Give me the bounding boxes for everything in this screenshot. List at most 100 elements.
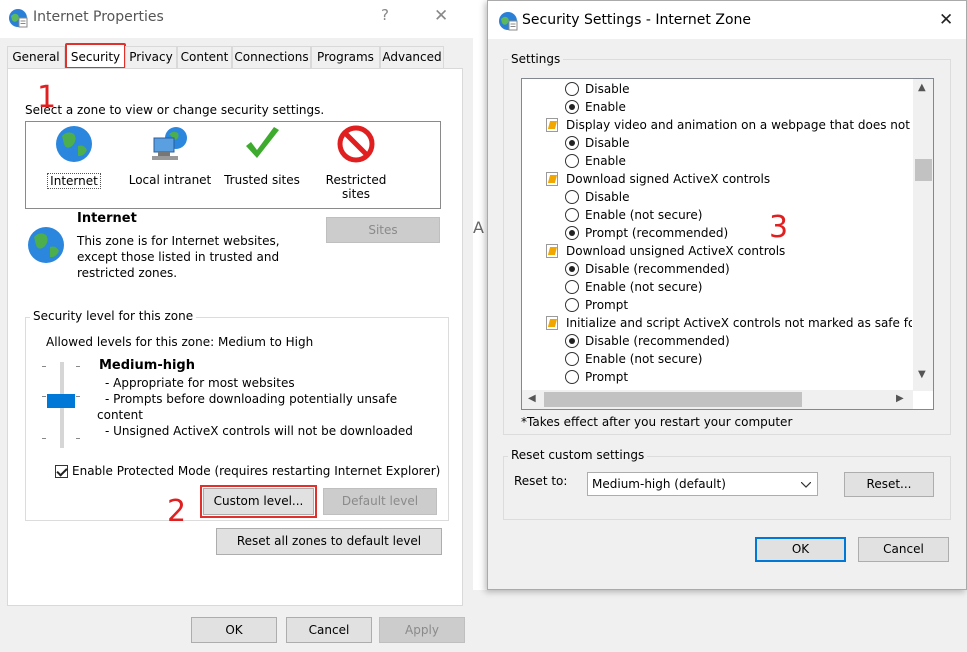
radio-label: Enable xyxy=(585,100,626,114)
background-window-fragment xyxy=(473,590,967,652)
slider-tick xyxy=(42,396,46,397)
help-button[interactable]: ? xyxy=(381,6,389,24)
ok-button[interactable]: OK xyxy=(755,537,846,562)
reset-to-value: Medium-high (default) xyxy=(592,477,726,491)
tab-privacy[interactable]: Privacy xyxy=(125,46,177,68)
globe-icon xyxy=(56,126,92,162)
vertical-scrollbar[interactable]: ▲ ▼ xyxy=(913,79,933,391)
zone-label: Internet xyxy=(47,173,101,189)
description-line: restricted zones. xyxy=(77,266,178,280)
radio-label: Disable (recommended) xyxy=(585,262,730,276)
radio-label: Disable xyxy=(585,190,630,204)
radio-button[interactable] xyxy=(565,226,579,240)
scroll-thumb[interactable] xyxy=(544,392,802,407)
description-line: This zone is for Internet websites, xyxy=(77,234,280,248)
setting-radio-option[interactable]: Disable xyxy=(522,80,912,98)
slider-tick xyxy=(42,438,46,439)
scroll-up-icon[interactable]: ▲ xyxy=(918,82,926,93)
zone-info-description: This zone is for Internet websites, exce… xyxy=(77,233,280,281)
ok-button[interactable]: OK xyxy=(191,617,277,643)
settings-list: Disable Enable Display video and animation… xyxy=(521,78,934,410)
zone-label: Trusted sites xyxy=(224,173,300,187)
cancel-button[interactable]: Cancel xyxy=(286,617,372,643)
apply-button[interactable]: Apply xyxy=(379,617,465,643)
close-icon[interactable]: ✕ xyxy=(434,6,448,26)
radio-button[interactable] xyxy=(565,208,579,222)
security-tab-page: Select a zone to view or change security… xyxy=(7,68,463,606)
reset-to-dropdown[interactable]: Medium-high (default) xyxy=(587,472,818,496)
setting-radio-option[interactable]: Disable xyxy=(522,134,912,152)
tab-advanced[interactable]: Advanced xyxy=(380,46,444,68)
slider-tick xyxy=(42,366,46,367)
scroll-down-icon[interactable]: ▼ xyxy=(918,369,926,380)
radio-button[interactable] xyxy=(565,262,579,276)
internet-properties-window: Internet Properties ? ✕ General Security… xyxy=(0,0,473,652)
zone-internet[interactable]: Internet xyxy=(26,124,122,189)
protected-mode-checkbox[interactable] xyxy=(55,465,68,478)
background-text-ar: A xyxy=(473,218,484,237)
tab-content[interactable]: Content xyxy=(177,46,232,68)
horizontal-scrollbar[interactable]: ◀ ▶ xyxy=(522,390,913,409)
slider-tick xyxy=(76,366,80,367)
zone-list: Internet Local intranet Trusted sites Re… xyxy=(25,121,441,209)
radio-button[interactable] xyxy=(565,298,579,312)
radio-button[interactable] xyxy=(565,136,579,150)
setting-radio-option[interactable]: Enable xyxy=(522,98,912,116)
scroll-right-icon[interactable]: ▶ xyxy=(896,393,904,404)
zone-local-intranet[interactable]: Local intranet xyxy=(122,124,218,187)
group-legend: Settings xyxy=(508,52,564,66)
reset-to-label: Reset to: xyxy=(514,474,568,488)
window-title: Internet Properties xyxy=(33,9,164,25)
radio-button[interactable] xyxy=(565,280,579,294)
radio-label: Disable xyxy=(585,82,630,96)
scroll-left-icon[interactable]: ◀ xyxy=(528,393,536,404)
tab-connections[interactable]: Connections xyxy=(232,46,311,68)
setting-heading: Display video and animation on a webpage… xyxy=(522,116,912,134)
reset-button[interactable]: Reset... xyxy=(844,472,934,497)
setting-radio-option[interactable]: Enable (not secure) xyxy=(522,206,912,224)
custom-level-button[interactable]: Custom level... xyxy=(200,485,317,518)
radio-button[interactable] xyxy=(565,100,579,114)
window-title: Security Settings - Internet Zone xyxy=(522,12,751,28)
zone-restricted-sites[interactable]: Restricted sites xyxy=(308,124,404,201)
setting-radio-option[interactable]: Enable xyxy=(522,152,912,170)
setting-shield-icon xyxy=(546,244,558,258)
setting-radio-option[interactable]: Prompt xyxy=(522,368,912,386)
radio-label: Prompt xyxy=(585,298,629,312)
setting-radio-option[interactable]: Enable (not secure) xyxy=(522,278,912,296)
security-level-slider[interactable] xyxy=(42,360,82,450)
setting-heading-label: Display video and animation on a webpage… xyxy=(566,118,912,132)
group-legend: Reset custom settings xyxy=(508,448,648,462)
setting-radio-option[interactable]: Disable xyxy=(522,188,912,206)
tab-security[interactable]: Security xyxy=(65,43,126,69)
radio-button[interactable] xyxy=(565,82,579,96)
level-point: - Unsigned ActiveX controls will not be … xyxy=(105,424,413,438)
restricted-icon xyxy=(337,125,375,163)
chevron-down-icon xyxy=(801,482,811,488)
setting-radio-option[interactable]: Prompt (recommended) xyxy=(522,224,912,242)
radio-button[interactable] xyxy=(565,190,579,204)
setting-heading: Download signed ActiveX controls xyxy=(522,170,912,188)
radio-button[interactable] xyxy=(565,370,579,384)
slider-thumb[interactable] xyxy=(47,394,75,408)
radio-button[interactable] xyxy=(565,334,579,348)
reset-all-zones-button[interactable]: Reset all zones to default level xyxy=(216,528,442,555)
sites-button[interactable]: Sites xyxy=(326,217,440,243)
setting-radio-option[interactable]: Disable (recommended) xyxy=(522,332,912,350)
scroll-thumb[interactable] xyxy=(915,159,932,181)
zone-trusted-sites[interactable]: Trusted sites xyxy=(214,124,310,187)
setting-radio-option[interactable]: Prompt xyxy=(522,296,912,314)
setting-radio-option[interactable]: Enable (not secure) xyxy=(522,350,912,368)
title-bar: Internet Properties ? ✕ xyxy=(0,0,473,38)
cancel-button[interactable]: Cancel xyxy=(858,537,949,562)
radio-button[interactable] xyxy=(565,352,579,366)
radio-button[interactable] xyxy=(565,154,579,168)
setting-radio-option[interactable]: Disable (recommended) xyxy=(522,260,912,278)
setting-heading-label: Download signed ActiveX controls xyxy=(566,172,771,186)
tab-general[interactable]: General xyxy=(7,46,65,68)
setting-heading-label: Initialize and script ActiveX controls n… xyxy=(566,316,912,330)
close-icon[interactable]: ✕ xyxy=(939,10,953,30)
setting-heading: Initialize and script ActiveX controls n… xyxy=(522,314,912,332)
tab-programs[interactable]: Programs xyxy=(311,46,380,68)
default-level-button[interactable]: Default level xyxy=(323,488,437,515)
